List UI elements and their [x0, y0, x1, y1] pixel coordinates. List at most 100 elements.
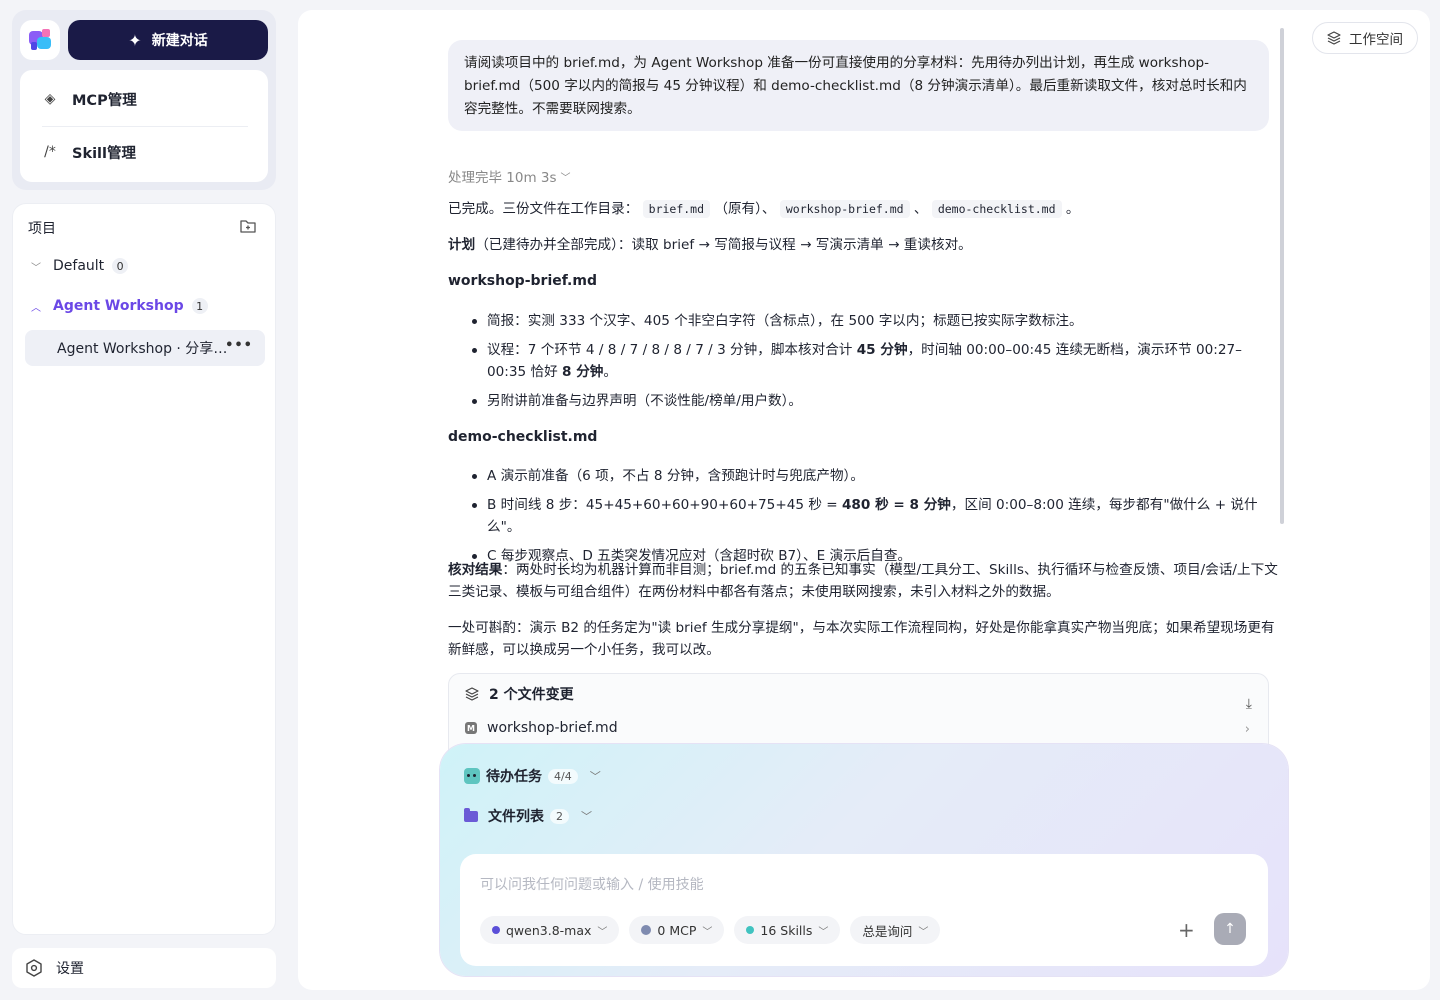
- skills-dot-icon: [746, 926, 755, 934]
- chevron-down-icon: ﹀: [597, 926, 608, 938]
- list-item: 议程：7 个环节 4 / 8 / 7 / 8 / 8 / 7 / 3 分钟，脚本…: [448, 339, 1278, 383]
- composer-chips: qwen3.8-max ﹀ 0 MCP ﹀ 16 Skills ﹀ 总是询问 ﹀: [480, 916, 941, 944]
- file-code: workshop-brief.md: [779, 200, 910, 218]
- markdown-icon: M: [465, 722, 477, 734]
- workspace-button[interactable]: 工作空间: [1312, 22, 1418, 54]
- chevron-down-icon: ﹀: [31, 262, 41, 274]
- file-list-count: 2: [550, 808, 569, 824]
- section2-list: A 演示前准备（6 项，不占 8 分钟，含预跑计时与兜底产物）。 B 时间线 8…: [448, 465, 1278, 574]
- chevron-down-icon: ﹀: [589, 770, 601, 783]
- message-input[interactable]: [480, 872, 1240, 898]
- projects-title: 项目: [28, 221, 56, 237]
- sidebar: ✦ 新建对话 ◈ MCP管理 /* Skill管理 项目 ﹀ Default 0: [12, 10, 276, 990]
- sparkle-icon: ✦: [128, 30, 142, 50]
- send-button[interactable]: ↑: [1214, 913, 1246, 945]
- answer-done-line: 已完成。三份文件在工作目录： brief.md （原有）、 workshop-b…: [448, 198, 1278, 220]
- session-title: Agent Workshop · 分享材料准备: [57, 341, 229, 357]
- verify-paragraph: 核对结果：两处时长均为机器计算而非目测；brief.md 的五条已知事实（模型/…: [448, 559, 1278, 603]
- section1-list: 简报：实测 333 个汉字、405 个非空白字符（含标点），在 500 字以内；…: [448, 310, 1278, 419]
- period: 。: [1065, 201, 1080, 217]
- model-selector[interactable]: qwen3.8-max ﹀: [480, 916, 620, 944]
- sidebar-top-card: ✦ 新建对话 ◈ MCP管理 /* Skill管理: [12, 10, 276, 190]
- file-changes-label: 2 个文件变更: [489, 687, 574, 703]
- project-agent-workshop[interactable]: ︿ Agent Workshop 1: [25, 289, 265, 323]
- settings-label: 设置: [56, 961, 84, 977]
- chevron-down-icon: ﹀: [818, 926, 829, 938]
- list-item: 简报：实测 333 个汉字、405 个非空白字符（含标点），在 500 字以内；…: [448, 310, 1278, 332]
- new-chat-label: 新建对话: [151, 33, 208, 49]
- diamond-icon: ◈: [44, 91, 56, 107]
- add-attachment-icon[interactable]: +: [1178, 918, 1195, 942]
- todo-count: 4/4: [548, 768, 578, 784]
- processing-status[interactable]: 处理完毕 10m 3s ﹀: [448, 166, 571, 186]
- chat-main: 工作空间 请阅读项目中的 brief.md，为 Agent Workshop 准…: [298, 10, 1430, 990]
- plan-label: 计划: [448, 237, 476, 253]
- mcp-management-item[interactable]: ◈ MCP管理: [42, 73, 248, 125]
- project-name: Agent Workshop: [53, 298, 184, 314]
- separator: 、: [913, 201, 928, 217]
- skill-management-item[interactable]: /* Skill管理: [42, 126, 248, 178]
- list-item: A 演示前准备（6 项，不占 8 分钟，含预跑计时与兜底产物）。: [448, 465, 1278, 487]
- chevron-down-icon: ﹀: [918, 926, 929, 938]
- project-count-badge: 0: [112, 258, 129, 274]
- file-code: demo-checklist.md: [931, 200, 1062, 218]
- changed-file-row[interactable]: M workshop-brief.md: [465, 720, 618, 736]
- composer: 待办任务 4/4 ﹀ 文件列表 2 ﹀ qwen3.8-max ﹀ 0 MCP: [440, 744, 1288, 976]
- list-item: 另附讲前准备与边界声明（不谈性能/榜单/用户数）。: [448, 390, 1278, 412]
- logo-icon: [28, 28, 52, 52]
- download-icon[interactable]: ⤓: [1246, 696, 1252, 712]
- plan-text: （已建待办并全部完成）：读取 brief → 写简报与议程 → 写演示清单 → …: [475, 237, 972, 253]
- scrollbar[interactable]: [1280, 28, 1284, 524]
- user-message: 请阅读项目中的 brief.md，为 Agent Workshop 准备一份可直…: [448, 40, 1269, 131]
- add-folder-icon[interactable]: [239, 218, 257, 234]
- mcp-management-label: MCP管理: [72, 92, 137, 109]
- message-input-box: qwen3.8-max ﹀ 0 MCP ﹀ 16 Skills ﹀ 总是询问 ﹀: [460, 854, 1268, 966]
- chevron-right-icon[interactable]: ›: [1245, 722, 1250, 737]
- project-name: Default: [53, 258, 105, 274]
- verify-text: ：两处时长均为机器计算而非目测；brief.md 的五条已知事实（模型/工具分工…: [448, 562, 1278, 600]
- done-prefix: 已完成。三份文件在工作目录：: [448, 201, 639, 217]
- workspace-label: 工作空间: [1349, 32, 1403, 48]
- chip-label: 16 Skills: [760, 922, 813, 938]
- todo-label: 待办任务: [486, 769, 542, 785]
- changed-file-name: workshop-brief.md: [487, 720, 618, 736]
- chip-label: qwen3.8-max: [506, 922, 592, 938]
- permission-selector[interactable]: 总是询问 ﹀: [850, 916, 941, 944]
- more-icon[interactable]: •••: [225, 338, 253, 353]
- answer-plan-line: 计划（已建待办并全部完成）：读取 brief → 写简报与议程 → 写演示清单 …: [448, 234, 1278, 256]
- new-chat-button[interactable]: ✦ 新建对话: [68, 20, 268, 60]
- arrow-up-icon: ↑: [1224, 921, 1236, 937]
- bot-icon: [464, 768, 480, 784]
- folder-icon: [464, 807, 478, 822]
- section-title: demo-checklist.md: [448, 429, 598, 445]
- projects-panel: 项目 ﹀ Default 0 ︿ Agent Workshop 1 Agent …: [12, 203, 276, 935]
- project-default[interactable]: ﹀ Default 0: [25, 249, 265, 283]
- chip-label: 0 MCP: [657, 922, 697, 938]
- file-changes-title[interactable]: 2 个文件变更: [465, 684, 574, 704]
- verify-label: 核对结果: [448, 562, 503, 578]
- gear-icon: [26, 959, 42, 977]
- file-list-label: 文件列表: [488, 809, 544, 825]
- management-menu: ◈ MCP管理 /* Skill管理: [20, 70, 268, 182]
- chevron-up-icon: ︿: [31, 302, 41, 314]
- chevron-down-icon: ﹀: [702, 926, 713, 938]
- app-logo[interactable]: [20, 20, 60, 60]
- layers-icon: [465, 687, 479, 701]
- skill-management-label: Skill管理: [72, 145, 136, 162]
- layers-icon: [1327, 31, 1341, 45]
- status-text: 处理完毕 10m 3s: [448, 170, 557, 186]
- chevron-down-icon: ﹀: [581, 810, 592, 823]
- mcp-selector[interactable]: 0 MCP ﹀: [629, 916, 725, 944]
- model-dot-icon: [492, 926, 500, 934]
- list-item: B 时间线 8 步：45+45+60+60+90+60+75+45 秒 = 48…: [448, 494, 1278, 538]
- file-code: brief.md: [642, 200, 711, 218]
- todo-toggle[interactable]: 待办任务 4/4 ﹀: [464, 766, 601, 786]
- project-count-badge: 1: [191, 298, 208, 314]
- settings-button[interactable]: 设置: [12, 948, 276, 988]
- chevron-down-icon: ﹀: [560, 172, 571, 184]
- skills-selector[interactable]: 16 Skills ﹀: [734, 916, 841, 944]
- section-title: workshop-brief.md: [448, 273, 597, 289]
- session-item[interactable]: Agent Workshop · 分享材料准备 •••: [25, 330, 265, 366]
- existing-note: （原有）、: [714, 201, 776, 217]
- file-list-toggle[interactable]: 文件列表 2 ﹀: [464, 806, 592, 826]
